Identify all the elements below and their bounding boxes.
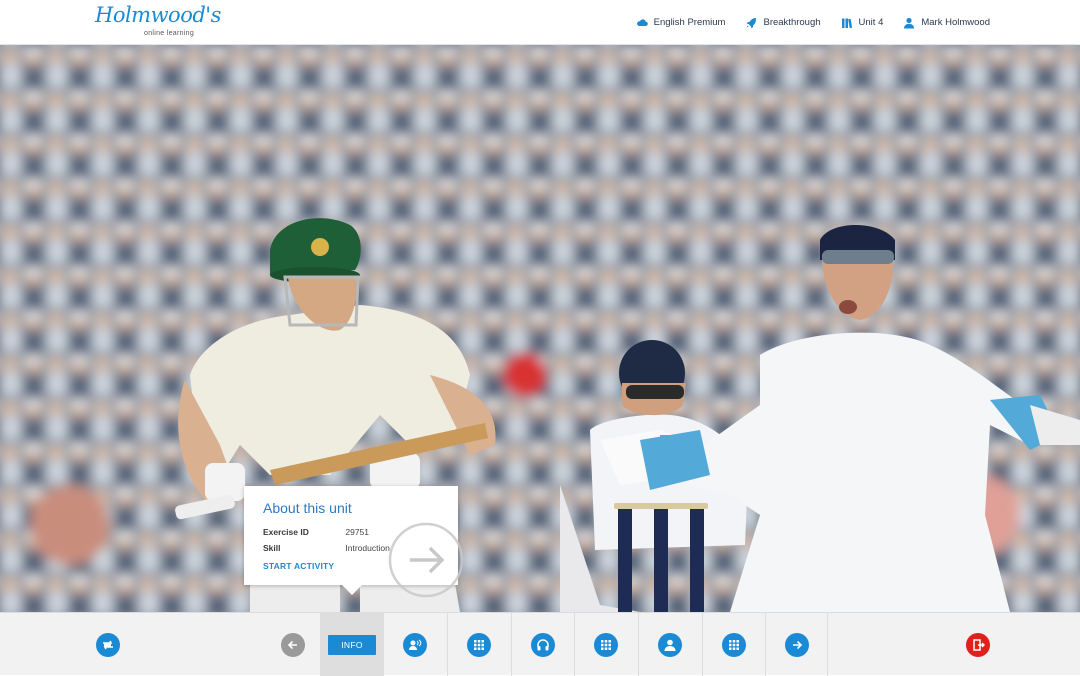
profile-activity-button[interactable] [638, 613, 701, 676]
exit-button[interactable] [946, 613, 1009, 676]
top-nav: English Premium Breakthrough Unit 4 Mark… [636, 0, 990, 45]
cloud-icon [636, 17, 648, 29]
nav-level-label: Breakthrough [763, 17, 821, 28]
speaking-icon [403, 632, 427, 657]
skill-label: Skill [263, 543, 281, 553]
hero-image [0, 45, 1080, 612]
start-activity-link[interactable]: START ACTIVITY [263, 561, 334, 571]
back-arrow-icon [280, 632, 305, 657]
info-label: INFO [328, 634, 376, 655]
forward-arrow-icon [784, 632, 809, 657]
nav-unit[interactable]: Unit 4 [841, 17, 884, 29]
cricket-scene [0, 45, 1080, 612]
brand-logo[interactable]: Holmwood's online learning [95, 3, 221, 41]
exercise-button-3[interactable] [702, 613, 765, 676]
nav-user[interactable]: Mark Holmwood [903, 17, 990, 29]
person-icon [658, 632, 682, 657]
grid-icon [594, 632, 618, 657]
nav-course[interactable]: English Premium [636, 17, 726, 29]
logo-subtext: online learning [144, 30, 195, 37]
switch-course-button[interactable] [76, 613, 139, 676]
bottom-toolbar: INFO [0, 612, 1080, 676]
exercise-id-value: 29751 [345, 527, 370, 537]
books-icon [841, 17, 853, 29]
stumps [614, 503, 708, 612]
card-title: About this unit [263, 500, 352, 516]
user-icon [903, 17, 915, 29]
grid-icon [722, 632, 746, 657]
switch-course-icon [95, 632, 120, 657]
exit-icon [965, 632, 990, 657]
exercise-button-1[interactable] [447, 613, 510, 676]
exercise-id-row: Exercise ID 29751 [263, 527, 369, 537]
headphones-icon [531, 632, 555, 657]
nav-user-label: Mark Holmwood [921, 17, 990, 28]
top-bar: Holmwood's online learning English Premi… [0, 0, 1080, 45]
start-arrow-icon[interactable] [388, 522, 464, 598]
skill-row: Skill Introduction [263, 543, 390, 553]
skill-value: Introduction [345, 543, 390, 553]
next-button[interactable] [765, 613, 828, 676]
unit-info-card: About this unit Exercise ID 29751 Skill … [244, 486, 464, 598]
listening-activity-button[interactable] [511, 613, 574, 676]
logo-text: Holmwood's [95, 3, 221, 27]
nav-course-label: English Premium [653, 17, 726, 28]
nav-unit-label: Unit 4 [858, 17, 884, 28]
exercise-id-label: Exercise ID [263, 527, 309, 537]
nav-level[interactable]: Breakthrough [745, 17, 821, 29]
info-tab[interactable]: INFO [320, 613, 383, 676]
grid-icon [467, 632, 491, 657]
speaking-activity-button[interactable] [383, 613, 446, 676]
exercise-button-2[interactable] [574, 613, 637, 676]
previous-button[interactable] [261, 613, 324, 676]
rocket-icon [745, 17, 757, 29]
